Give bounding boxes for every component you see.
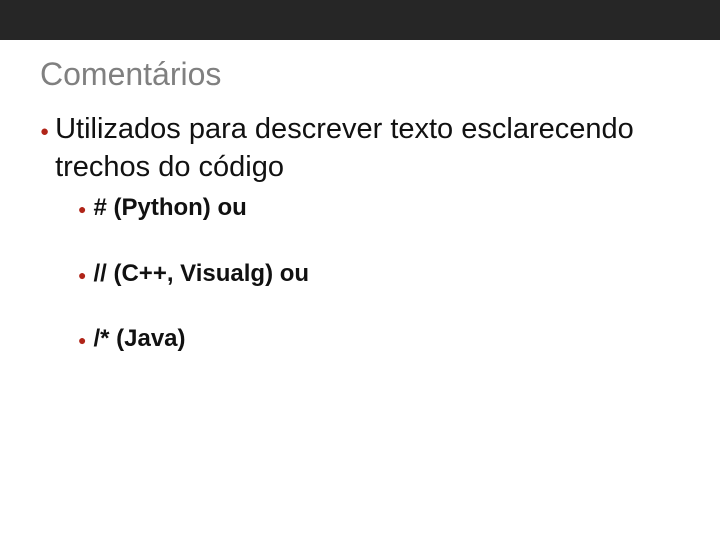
list-item: ● /* (Java) [78, 323, 680, 354]
sub-point-text: // (C++, Visualg) ou [93, 258, 309, 289]
bullet-icon: ● [78, 323, 93, 354]
slide-title: Comentários [40, 56, 680, 93]
main-point-text: Utilizados para descrever texto esclarec… [55, 111, 680, 186]
top-bar [0, 0, 720, 40]
slide-content: Comentários ● Utilizados para descrever … [0, 40, 720, 354]
bullet-icon: ● [40, 111, 55, 148]
bullet-icon: ● [78, 258, 93, 289]
list-item: ● # (Python) ou [78, 192, 680, 223]
sub-point-text: /* (Java) [93, 323, 185, 354]
bullet-icon: ● [78, 192, 93, 223]
list-item: ● // (C++, Visualg) ou [78, 258, 680, 289]
sub-point-text: # (Python) ou [93, 192, 246, 223]
sub-points-list: ● # (Python) ou ● // (C++, Visualg) ou ●… [78, 192, 680, 354]
main-point: ● Utilizados para descrever texto esclar… [40, 111, 680, 186]
